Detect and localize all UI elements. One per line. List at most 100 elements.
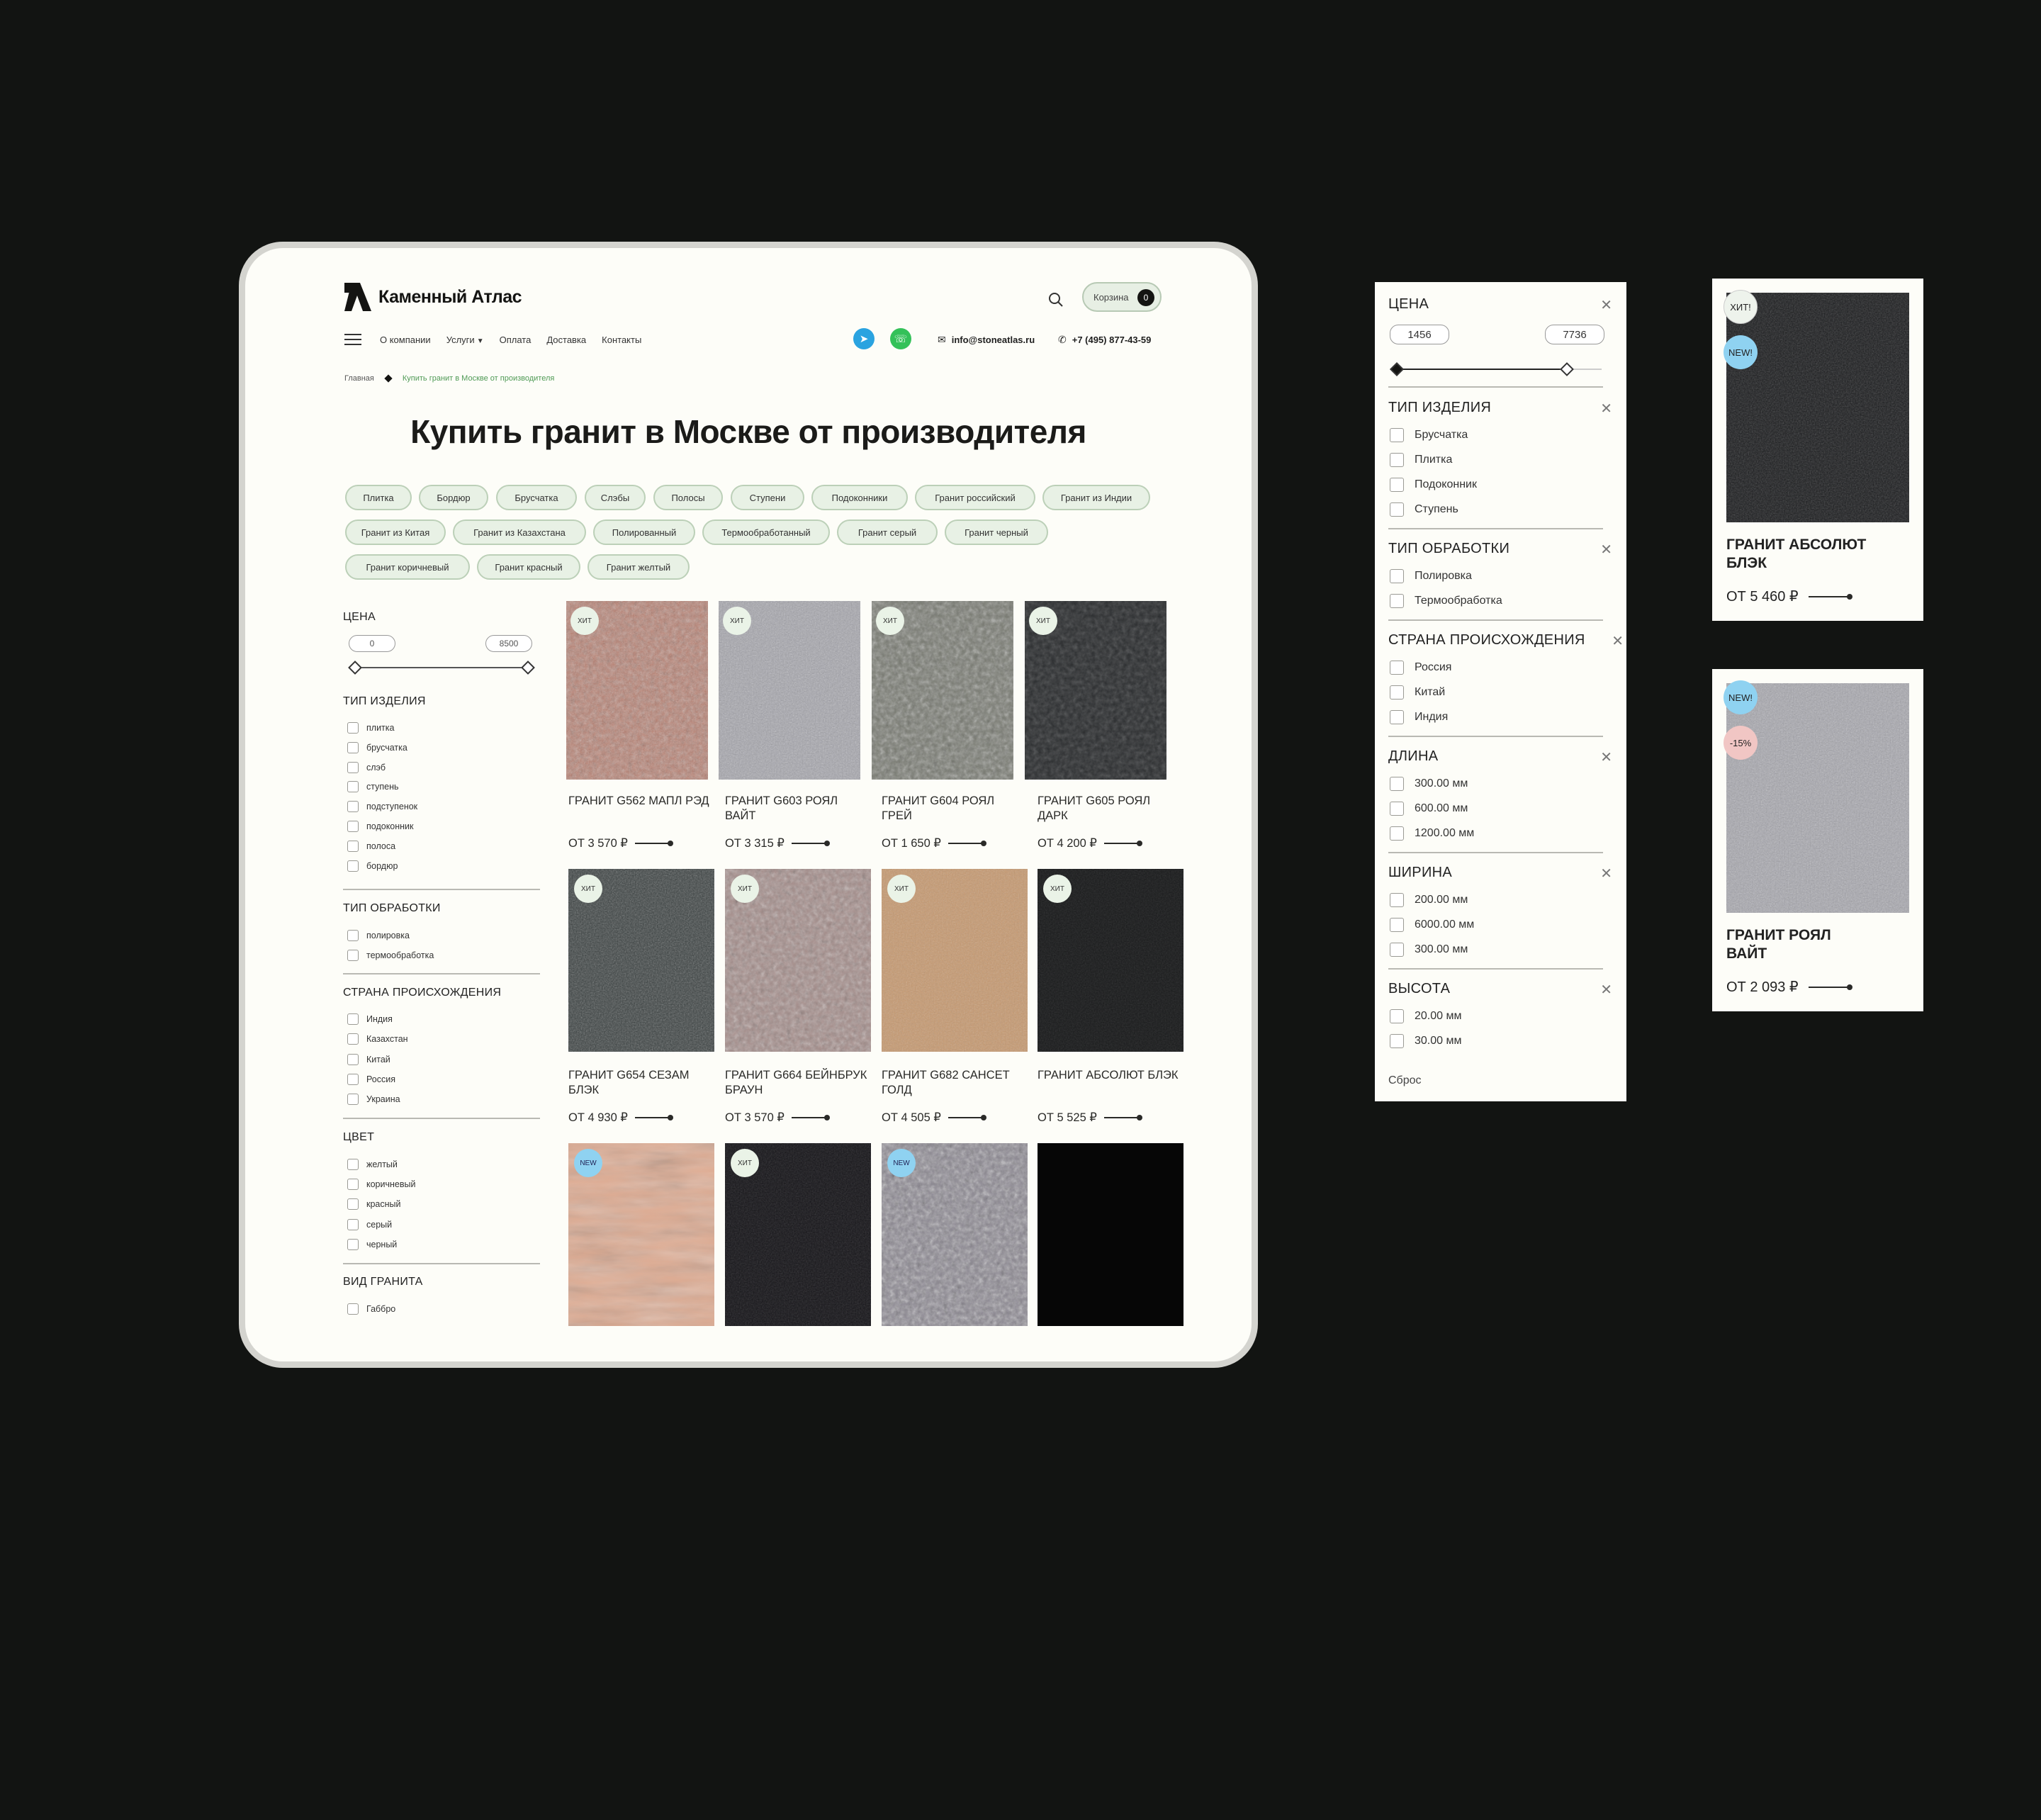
checkbox[interactable] xyxy=(347,742,359,753)
product-price[interactable]: ОТ 2 093 ₽ xyxy=(1726,978,1852,996)
product-name[interactable]: ГРАНИТ G603 РОЯЛ ВАЙТ xyxy=(725,794,867,824)
search-icon[interactable] xyxy=(1048,292,1064,308)
filter-country-option[interactable]: Россия xyxy=(347,1074,395,1085)
filter-type-option[interactable]: Подоконник xyxy=(1390,478,1477,492)
checkbox[interactable] xyxy=(1390,893,1404,907)
chip-polished[interactable]: Полированный xyxy=(593,519,695,545)
filter-processing-option[interactable]: Полировка xyxy=(1390,569,1472,583)
filter-country-option[interactable]: Индия xyxy=(347,1013,393,1025)
product-price[interactable]: ОТ 4 200 ₽ xyxy=(1038,836,1142,850)
chip-steps[interactable]: Ступени xyxy=(731,485,804,510)
checkbox[interactable] xyxy=(347,1179,359,1190)
checkbox[interactable] xyxy=(1390,453,1404,467)
product-price[interactable]: ОТ 5 525 ₽ xyxy=(1038,1111,1142,1125)
chip-sills[interactable]: Подоконники xyxy=(811,485,908,510)
checkbox[interactable] xyxy=(347,1094,359,1105)
checkbox[interactable] xyxy=(1390,594,1404,608)
checkbox[interactable] xyxy=(347,1303,359,1315)
chip-india-granite[interactable]: Гранит из Индии xyxy=(1042,485,1150,510)
checkbox[interactable] xyxy=(347,762,359,773)
filter-type-option[interactable]: Ступень xyxy=(1390,502,1458,517)
filter-width-option[interactable]: 6000.00 мм xyxy=(1390,918,1474,932)
checkbox[interactable] xyxy=(1390,826,1404,841)
checkbox[interactable] xyxy=(347,821,359,832)
product-price[interactable]: ОТ 3 315 ₽ xyxy=(725,836,830,850)
filter-width-option[interactable]: 200.00 мм xyxy=(1390,893,1468,907)
chip-tile[interactable]: Плитка xyxy=(345,485,412,510)
menu-icon[interactable] xyxy=(344,334,361,345)
checkbox[interactable] xyxy=(1390,478,1404,492)
filter-color-option[interactable]: черный xyxy=(347,1239,397,1250)
checkbox[interactable] xyxy=(1390,428,1404,442)
product-price[interactable]: ОТ 3 570 ₽ xyxy=(725,1111,830,1125)
filter-type-option[interactable]: слэб xyxy=(347,762,386,773)
cart-button[interactable]: Корзина 0 xyxy=(1082,282,1162,312)
filter-color-option[interactable]: серый xyxy=(347,1219,392,1230)
close-icon[interactable]: ✕ xyxy=(1600,981,1612,999)
close-icon[interactable]: ✕ xyxy=(1600,296,1612,314)
product-price[interactable]: ОТ 5 460 ₽ xyxy=(1726,588,1852,605)
chip-black-granite[interactable]: Гранит черный xyxy=(945,519,1048,545)
filter-color-option[interactable]: красный xyxy=(347,1198,401,1210)
checkbox[interactable] xyxy=(347,1013,359,1025)
product-name[interactable]: ГРАНИТ G605 РОЯЛ ДАРК xyxy=(1038,794,1179,824)
price-slider-track[interactable] xyxy=(354,667,524,668)
checkbox[interactable] xyxy=(1390,661,1404,675)
filter-length-option[interactable]: 1200.00 мм xyxy=(1390,826,1474,841)
checkbox[interactable] xyxy=(347,1198,359,1210)
checkbox[interactable] xyxy=(347,930,359,941)
product-image[interactable]: ХИТ xyxy=(719,601,860,780)
checkbox[interactable] xyxy=(347,801,359,812)
whatsapp-icon[interactable]: ☏ xyxy=(890,328,911,349)
checkbox[interactable] xyxy=(1390,569,1404,583)
filter-height-option[interactable]: 30.00 мм xyxy=(1390,1034,1461,1048)
chip-yellow-granite[interactable]: Гранит желтый xyxy=(587,554,690,580)
checkbox[interactable] xyxy=(1390,943,1404,957)
checkbox[interactable] xyxy=(347,781,359,792)
product-image[interactable]: NEW xyxy=(882,1143,1028,1326)
checkbox[interactable] xyxy=(1390,918,1404,932)
chip-paving[interactable]: Брусчатка xyxy=(496,485,577,510)
price-max-input[interactable]: 7736 xyxy=(1545,325,1604,344)
checkbox[interactable] xyxy=(1390,710,1404,724)
checkbox[interactable] xyxy=(347,860,359,872)
checkbox[interactable] xyxy=(1390,777,1404,791)
product-image[interactable] xyxy=(1038,1143,1183,1326)
product-name[interactable]: ГРАНИТ G664 БЕЙНБРУК БРАУН xyxy=(725,1068,877,1098)
chip-kazakh-granite[interactable]: Гранит из Казахстана xyxy=(453,519,586,545)
filter-type-option[interactable]: Плитка xyxy=(1390,453,1452,467)
filter-type-option[interactable]: подоконник xyxy=(347,821,414,832)
product-image[interactable]: ХИТ xyxy=(872,601,1013,780)
product-price[interactable]: ОТ 4 505 ₽ xyxy=(882,1111,986,1125)
product-card[interactable]: NEW! -15% ГРАНИТ РОЯЛ ВАЙТ ОТ 2 093 ₽ xyxy=(1712,669,1923,1011)
filter-type-option[interactable]: бордюр xyxy=(347,860,398,872)
filter-type-option[interactable]: ступень xyxy=(347,781,399,792)
product-name[interactable]: ГРАНИТ АБСОЛЮТ БЛЭК xyxy=(1038,1068,1189,1083)
filter-country-option[interactable]: Китай xyxy=(1390,685,1445,700)
product-image[interactable]: ХИТ xyxy=(568,869,714,1052)
checkbox[interactable] xyxy=(347,722,359,734)
close-icon[interactable]: ✕ xyxy=(1600,400,1612,417)
checkbox[interactable] xyxy=(347,1054,359,1065)
checkbox[interactable] xyxy=(1390,502,1404,517)
filter-processing-option[interactable]: полировка xyxy=(347,930,410,941)
nav-item-services[interactable]: Услуги ▼ xyxy=(446,335,484,345)
checkbox[interactable] xyxy=(347,1074,359,1085)
checkbox[interactable] xyxy=(1390,802,1404,816)
checkbox[interactable] xyxy=(347,1219,359,1230)
filter-kind-option[interactable]: Габбро xyxy=(347,1303,395,1315)
chip-thermo[interactable]: Термообработанный xyxy=(702,519,830,545)
chip-russian-granite[interactable]: Гранит российский xyxy=(915,485,1035,510)
filter-country-option[interactable]: Украина xyxy=(347,1094,400,1105)
checkbox[interactable] xyxy=(1390,1034,1404,1048)
product-image[interactable]: ХИТ xyxy=(1025,601,1166,780)
price-slider-max-handle[interactable] xyxy=(521,661,535,675)
close-icon[interactable]: ✕ xyxy=(1600,865,1612,882)
price-slider-max-handle[interactable] xyxy=(1560,362,1574,376)
product-image[interactable]: NEW xyxy=(568,1143,714,1326)
checkbox[interactable] xyxy=(1390,685,1404,700)
product-name[interactable]: ГРАНИТ G604 РОЯЛ ГРЕЙ xyxy=(882,794,1023,824)
filter-color-option[interactable]: желтый xyxy=(347,1159,398,1170)
filter-type-option[interactable]: подступенок xyxy=(347,801,417,812)
product-image[interactable]: ХИТ xyxy=(566,601,708,780)
